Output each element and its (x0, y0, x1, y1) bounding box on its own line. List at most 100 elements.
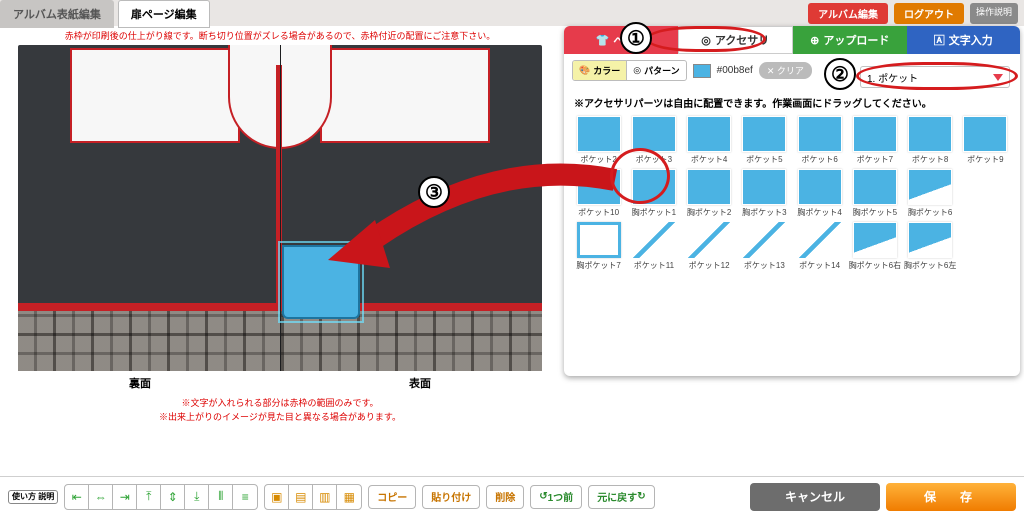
copy-button[interactable]: コピー (368, 485, 416, 509)
color-swatch[interactable] (693, 64, 711, 78)
accessory-item[interactable]: ポケット9 (959, 116, 1012, 165)
stage-bottom-notes: ※文字が入れられる部分は赤枠の範囲のみです。 ※出来上がりのイメージが見た目と異… (0, 397, 560, 424)
center-seam (280, 45, 281, 371)
accessory-item[interactable]: 胸ポケット6右 (848, 222, 901, 271)
label-back: 裏面 (129, 375, 151, 391)
paste-button[interactable]: 貼り付け (422, 485, 480, 509)
accessory-label: ポケット12 (689, 260, 730, 271)
layer-forward-icon[interactable]: ▤ (289, 485, 313, 509)
btn-album-edit[interactable]: アルバム編集 (808, 3, 888, 24)
pocket-icon (742, 116, 786, 152)
uniform-collar-left (70, 48, 240, 143)
pocket-icon (853, 116, 897, 152)
align-top-icon[interactable]: ⤒ (137, 485, 161, 509)
accessory-item[interactable]: ポケット7 (848, 116, 901, 165)
callout-2-ring (856, 62, 1018, 90)
accessory-label: 胸ポケット4 (797, 207, 841, 218)
accessory-item[interactable]: ポケット12 (683, 222, 736, 271)
seg-pattern[interactable]: ◎ パターン (627, 61, 685, 80)
accessory-label: ポケット13 (744, 260, 785, 271)
panel-tab-upload[interactable]: ⊕ アップロード (793, 26, 907, 54)
btn-help[interactable]: 操作説明 (970, 3, 1018, 24)
color-hex: #00b8ef (717, 65, 753, 76)
accessory-label: 胸ポケット3 (742, 207, 786, 218)
distribute-h-icon[interactable]: ⫴ (209, 485, 233, 509)
accessory-label: ポケット9 (967, 154, 1003, 165)
undo-button[interactable]: ↺ 1つ前 (530, 485, 582, 509)
delete-button[interactable]: 削除 (486, 485, 524, 509)
accessory-item[interactable]: ポケット4 (683, 116, 736, 165)
layer-tools[interactable]: ▣▤ ▥▦ (264, 484, 362, 510)
accessory-item[interactable]: ポケット13 (738, 222, 791, 271)
label-front: 表面 (409, 375, 431, 391)
accessory-label: 胸ポケット6左 (904, 260, 956, 271)
accessory-item[interactable]: ポケット6 (793, 116, 846, 165)
pocket-icon (687, 222, 731, 258)
accessory-item[interactable]: ポケット11 (627, 222, 680, 271)
accessory-label: ポケット4 (691, 154, 727, 165)
pocket-icon (632, 222, 676, 258)
accessory-label: 胸ポケット2 (687, 207, 731, 218)
accessory-label: 胸ポケット6 (908, 207, 952, 218)
color-pattern-segment[interactable]: 🎨 カラー ◎ パターン (572, 60, 687, 81)
accessory-item[interactable]: ポケット14 (793, 222, 846, 271)
accessory-item[interactable]: 胸ポケット2 (683, 169, 736, 218)
save-button[interactable]: 保 存 (886, 483, 1016, 511)
usage-help-chip[interactable]: 使い方 説明 (8, 490, 58, 504)
accessory-label: ポケット5 (746, 154, 782, 165)
callout-1: ① (620, 22, 652, 54)
layer-back-icon[interactable]: ▦ (337, 485, 361, 509)
cancel-button[interactable]: キャンセル (750, 483, 880, 511)
pocket-icon (742, 222, 786, 258)
pocket-icon (908, 169, 952, 205)
accessory-item[interactable]: 胸ポケット4 (793, 169, 846, 218)
accessory-label: 胸ポケット5 (853, 207, 897, 218)
layer-backward-icon[interactable]: ▥ (313, 485, 337, 509)
pocket-icon (632, 116, 676, 152)
pocket-icon (798, 116, 842, 152)
pocket-icon (908, 222, 952, 258)
uniform-collar-right (320, 48, 490, 143)
btn-logout[interactable]: ログアウト (894, 3, 964, 24)
stage-warning: 赤枠が印刷後の仕上がり線です。断ち切り位置がズレる場合があるので、赤枠付近の配置… (0, 26, 560, 45)
accessory-label: ポケット6 (801, 154, 837, 165)
align-center-v-icon[interactable]: ⇕ (161, 485, 185, 509)
accessory-label: 胸ポケット6右 (849, 260, 901, 271)
tab-page-edit[interactable]: 扉ページ編集 (118, 0, 210, 28)
align-center-h-icon[interactable]: ⇔ (89, 485, 113, 509)
pocket-icon (798, 222, 842, 258)
seg-color[interactable]: 🎨 カラー (573, 61, 627, 80)
redo-button[interactable]: 元に戻す ↻ (588, 485, 654, 509)
clear-button[interactable]: ✕ クリア (759, 62, 812, 79)
pocket-icon (687, 169, 731, 205)
accessory-item[interactable] (959, 169, 1012, 218)
pocket-icon (687, 116, 731, 152)
pocket-icon (963, 116, 1007, 152)
callout-3: ③ (418, 176, 450, 208)
accessory-item[interactable]: ポケット5 (738, 116, 791, 165)
align-bottom-icon[interactable]: ⤓ (185, 485, 209, 509)
accessory-label: ポケット11 (634, 260, 674, 271)
accessory-item[interactable]: 胸ポケット6 (904, 169, 957, 218)
accessory-item[interactable]: 胸ポケット5 (848, 169, 901, 218)
accessory-label: ポケット8 (912, 154, 948, 165)
accessory-item[interactable]: ポケット8 (904, 116, 957, 165)
accessory-label: 胸ポケット1 (632, 207, 676, 218)
accessory-item[interactable]: 胸ポケット6左 (904, 222, 957, 271)
align-right-icon[interactable]: ⇥ (113, 485, 137, 509)
layer-front-icon[interactable]: ▣ (265, 485, 289, 509)
align-tools[interactable]: ⇤⇔⇥ ⤒⇕⤓ ⫴≡ (64, 484, 258, 510)
pocket-icon (577, 116, 621, 152)
callout-1-ring (646, 26, 766, 52)
tab-cover-edit[interactable]: アルバム表紙編集 (0, 0, 114, 28)
accessory-item[interactable]: 胸ポケット3 (738, 169, 791, 218)
pocket-icon (853, 169, 897, 205)
accessory-note: ※アクセサリパーツは自由に配置できます。作業画面にドラッグしてください。 (564, 95, 1020, 110)
panel-tab-text[interactable]: 🄰 文字入力 (907, 26, 1021, 54)
accessory-label: ポケット7 (857, 154, 893, 165)
pocket-icon (742, 169, 786, 205)
bottom-toolbar: 使い方 説明 ⇤⇔⇥ ⤒⇕⤓ ⫴≡ ▣▤ ▥▦ コピー 貼り付け 削除 ↺ 1つ… (0, 476, 1024, 516)
distribute-v-icon[interactable]: ≡ (233, 485, 257, 509)
align-left-icon[interactable]: ⇤ (65, 485, 89, 509)
pocket-icon (798, 169, 842, 205)
